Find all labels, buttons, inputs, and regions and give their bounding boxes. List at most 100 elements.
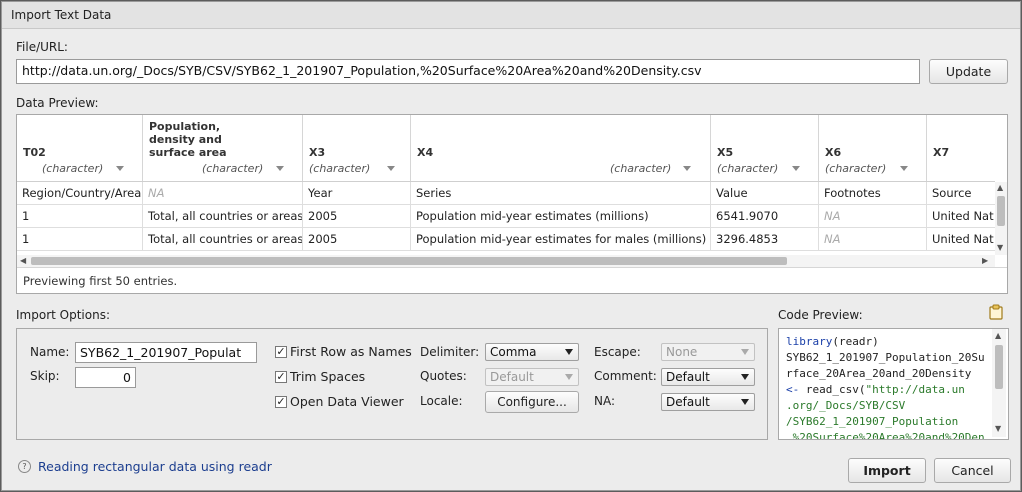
column-header-x6[interactable]: X6 (character) <box>819 115 927 181</box>
table-cell: Total, all countries or areas <box>143 228 303 250</box>
skip-input[interactable]: 0 <box>75 367 136 388</box>
table-cell: United Nat <box>932 209 994 223</box>
column-header-t02[interactable]: T02 (character) <box>17 115 143 181</box>
column-type: (character) <box>202 162 264 175</box>
comment-label: Comment: <box>594 369 657 383</box>
import-button[interactable]: Import <box>848 458 926 483</box>
column-menu-caret-icon[interactable] <box>387 166 395 171</box>
escape-select: None <box>661 343 755 361</box>
table-cell: 2005 <box>303 228 411 250</box>
scroll-up-icon[interactable]: ▲ <box>997 184 1003 192</box>
column-header-x4[interactable]: X4 (character) <box>411 115 711 181</box>
escape-value: None <box>666 345 698 359</box>
column-name: X5 <box>717 146 734 159</box>
table-cell: Region/Country/Area <box>17 182 143 204</box>
quotes-value: Default <box>490 370 534 384</box>
scroll-up-icon[interactable]: ▲ <box>995 332 1001 340</box>
column-menu-caret-icon[interactable] <box>276 166 284 171</box>
import-text-data-dialog: Import Text Data File/URL: http://data.u… <box>1 1 1021 491</box>
column-type: (character) <box>717 162 779 175</box>
table-cell: 3296.4853 <box>711 228 819 250</box>
table-cell: 1 <box>17 228 143 250</box>
trim-spaces-label: Trim Spaces <box>290 369 366 384</box>
first-row-as-names-checkbox[interactable]: ✓ <box>275 346 287 358</box>
scroll-right-icon[interactable]: ▶ <box>982 257 988 265</box>
copy-clipboard-icon[interactable] <box>989 304 1003 320</box>
code-text: read_csv( <box>805 383 866 396</box>
table-row: 1 Total, all countries or areas 2005 Pop… <box>17 205 995 228</box>
table-cell: 1 <box>17 205 143 227</box>
preview-footer-divider <box>17 267 1007 268</box>
code-preview-label: Code Preview: <box>778 308 863 322</box>
column-header-population[interactable]: Population, density and surface area (ch… <box>143 115 303 181</box>
column-header-x3[interactable]: X3 (character) <box>303 115 411 181</box>
comment-select[interactable]: Default <box>661 368 755 386</box>
scroll-down-icon[interactable]: ▼ <box>995 425 1001 433</box>
column-name: X7 <box>933 146 950 159</box>
cancel-button[interactable]: Cancel <box>934 458 1011 483</box>
column-menu-caret-icon[interactable] <box>683 166 691 171</box>
code-text: SYB62_1_201907_Population_20Su <box>786 351 985 364</box>
horizontal-scroll-thumb[interactable] <box>31 257 787 265</box>
code-text: (readr) <box>832 335 879 348</box>
delimiter-select[interactable]: Comma <box>485 343 579 361</box>
import-options-panel: Name: SYB62_1_201907_Populat Skip: 0 ✓ F… <box>16 328 768 440</box>
scroll-left-icon[interactable]: ◀ <box>20 257 26 265</box>
data-preview-panel: T02 (character) Population, density and … <box>16 114 1008 294</box>
dropdown-arrow-icon <box>565 349 573 355</box>
column-header-x5[interactable]: X5 (character) <box>711 115 819 181</box>
title-bar[interactable]: Import Text Data <box>2 2 1020 29</box>
column-name: T02 <box>23 146 46 159</box>
comment-value: Default <box>666 370 710 384</box>
table-cell: Population mid-year estimates for males … <box>411 228 711 250</box>
delimiter-label: Delimiter: <box>420 345 480 359</box>
update-button[interactable]: Update <box>929 59 1008 84</box>
na-label: NA: <box>594 394 616 408</box>
table-cell: Value <box>711 182 819 204</box>
delimiter-value: Comma <box>490 345 537 359</box>
column-header-x7[interactable]: X7 <box>927 115 995 181</box>
trim-spaces-checkbox[interactable]: ✓ <box>275 371 287 383</box>
data-preview-grid: T02 (character) Population, density and … <box>17 115 995 255</box>
first-row-as-names-label: First Row as Names <box>290 344 412 359</box>
table-cell: United Nat <box>932 232 994 246</box>
table-cell: NA <box>143 182 303 204</box>
table-cell: Total, all countries or areas <box>143 205 303 227</box>
column-type: (character) <box>825 162 887 175</box>
scroll-down-icon[interactable]: ▼ <box>997 244 1003 252</box>
table-cell: Footnotes <box>819 182 927 204</box>
horizontal-scrollbar[interactable]: ◀ ▶ <box>17 255 995 267</box>
vertical-scroll-thumb[interactable] <box>997 196 1005 226</box>
column-type: (character) <box>610 162 672 175</box>
code-scroll-thumb[interactable] <box>995 345 1003 389</box>
window-title: Import Text Data <box>11 8 112 22</box>
vertical-scrollbar[interactable]: ▲ ▼ <box>995 182 1007 255</box>
help-link-row[interactable]: ? Reading rectangular data using readr <box>18 459 272 474</box>
table-row: 1 Total, all countries or areas 2005 Pop… <box>17 228 995 251</box>
file-url-input[interactable]: http://data.un.org/_Docs/SYB/CSV/SYB62_1… <box>16 59 920 84</box>
readr-help-link[interactable]: Reading rectangular data using readr <box>38 459 272 474</box>
quotes-label: Quotes: <box>420 369 467 383</box>
name-input[interactable]: SYB62_1_201907_Populat <box>75 342 257 363</box>
file-url-label: File/URL: <box>16 40 68 54</box>
open-data-viewer-checkbox[interactable]: ✓ <box>275 396 287 408</box>
escape-label: Escape: <box>594 345 641 359</box>
table-cell: Population mid-year estimates (millions) <box>411 205 711 227</box>
data-preview-label: Data Preview: <box>16 96 99 110</box>
skip-label: Skip: <box>30 369 60 383</box>
column-menu-caret-icon[interactable] <box>900 166 908 171</box>
column-menu-caret-icon[interactable] <box>116 166 124 171</box>
dropdown-arrow-icon <box>741 374 749 380</box>
column-name: X4 <box>417 146 434 159</box>
code-preview-panel[interactable]: library(readr) SYB62_1_201907_Population… <box>778 328 1009 440</box>
na-select[interactable]: Default <box>661 393 755 411</box>
column-menu-caret-icon[interactable] <box>792 166 800 171</box>
code-operator: <- <box>786 383 806 396</box>
column-name: X3 <box>309 146 326 159</box>
table-cell: Source <box>932 186 972 200</box>
code-vertical-scrollbar[interactable]: ▲ ▼ <box>992 329 1006 437</box>
open-data-viewer-label: Open Data Viewer <box>290 394 404 409</box>
table-cell: Series <box>411 182 711 204</box>
code-string: /SYB62_1_201907_Population <box>786 415 959 428</box>
configure-locale-button[interactable]: Configure... <box>485 391 579 413</box>
